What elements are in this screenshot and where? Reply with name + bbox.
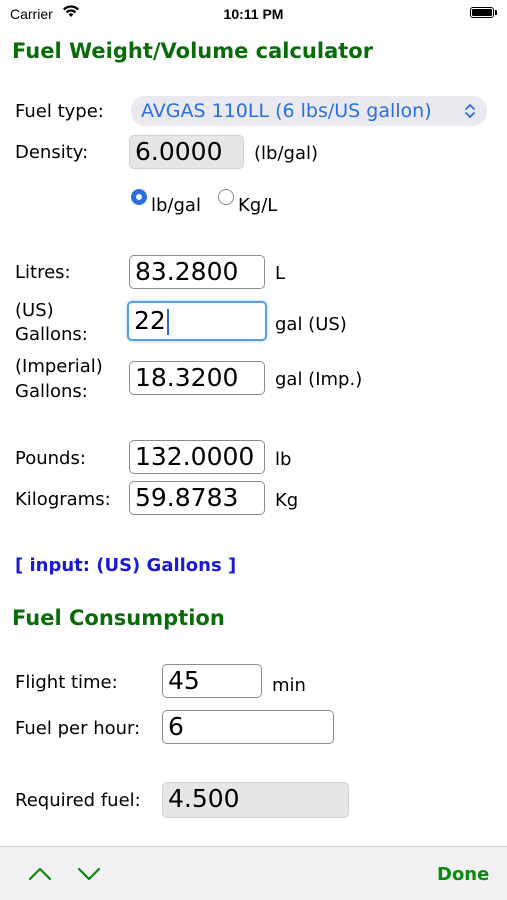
imp-gallons-unit: gal (Imp.)	[275, 369, 363, 390]
done-button[interactable]: Done	[437, 864, 489, 885]
litres-label: Litres:	[15, 262, 71, 283]
required-fuel-label: Required fuel:	[15, 790, 141, 811]
density-label: Density:	[15, 142, 89, 163]
imp-gallons-input[interactable]: 18.3200	[129, 361, 265, 395]
us-gallons-input[interactable]: 22	[127, 301, 267, 341]
density-unit: (lb/gal)	[254, 143, 318, 164]
pounds-unit: lb	[275, 449, 292, 470]
us-gallons-value: 22	[134, 306, 166, 335]
radio-lb-gal-label: lb/gal	[151, 195, 201, 216]
chevron-updown-icon	[465, 104, 475, 118]
litres-unit: L	[275, 263, 286, 284]
flight-time-input[interactable]: 45	[162, 664, 262, 698]
density-field: 6.0000	[129, 135, 244, 169]
us-gallons-unit: gal (US)	[275, 314, 347, 335]
fuel-type-select[interactable]: AVGAS 110LL (6 lbs/US gallon)	[131, 96, 487, 126]
pounds-input[interactable]: 132.0000	[129, 440, 265, 474]
us-gallons-label-line2: Gallons:	[15, 324, 88, 345]
weight-volume-title: Fuel Weight/Volume calculator	[12, 39, 374, 63]
radio-lb-gal[interactable]	[131, 189, 147, 205]
kilograms-input[interactable]: 59.8783	[129, 481, 265, 515]
imp-gallons-label-line1: (Imperial)	[15, 356, 103, 377]
fuel-per-hour-label: Fuel per hour:	[15, 718, 141, 739]
litres-input[interactable]: 83.2800	[129, 255, 265, 289]
kilograms-unit: Kg	[275, 490, 299, 511]
chevron-up-icon[interactable]	[28, 867, 52, 881]
radio-kg-l[interactable]	[218, 189, 234, 205]
fuel-consumption-title: Fuel Consumption	[12, 606, 225, 630]
status-time: 10:11 PM	[223, 6, 284, 22]
input-source-note: [ input: (US) Gallons ]	[15, 555, 237, 576]
input-accessory-toolbar: Done	[0, 846, 507, 900]
flight-time-unit: min	[272, 675, 306, 696]
radio-kg-l-label: Kg/L	[238, 195, 278, 216]
text-caret	[166, 309, 169, 335]
status-bar: Carrier 10:11 PM	[0, 0, 507, 30]
fuel-per-hour-input[interactable]: 6	[162, 710, 334, 744]
required-fuel-field: 4.500	[162, 782, 349, 818]
fuel-type-value: AVGAS 110LL (6 lbs/US gallon)	[141, 100, 432, 122]
fuel-type-label: Fuel type:	[15, 101, 104, 122]
flight-time-label: Flight time:	[15, 672, 118, 693]
imp-gallons-label-line2: Gallons:	[15, 381, 88, 402]
kilograms-label: Kilograms:	[15, 489, 111, 510]
battery-icon	[470, 7, 494, 18]
battery-tip	[495, 10, 497, 15]
pounds-label: Pounds:	[15, 448, 86, 469]
chevron-down-icon[interactable]	[77, 867, 101, 881]
us-gallons-label-line1: (US)	[15, 300, 54, 321]
